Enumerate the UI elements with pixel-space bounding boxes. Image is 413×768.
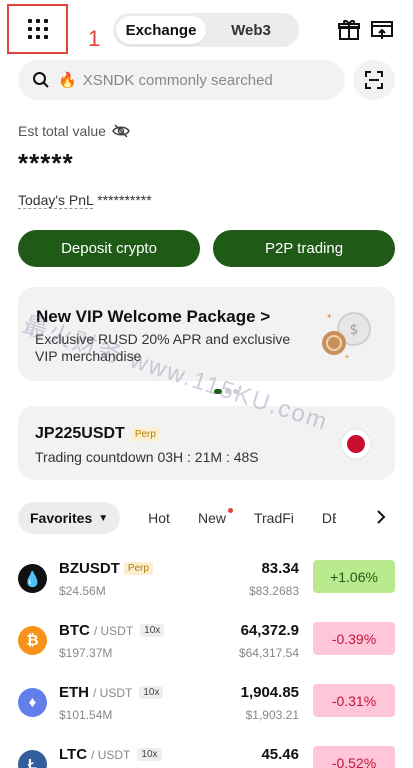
row-price: 83.34	[261, 560, 299, 577]
svg-text:✦: ✦	[326, 312, 333, 321]
row-symbol: BTC / USDT 10x	[59, 622, 165, 639]
pnl-label[interactable]: Today's PnL	[18, 192, 94, 209]
search-input[interactable]: 🔥 XSNDK commonly searched	[18, 60, 345, 100]
japan-flag-icon	[340, 428, 372, 460]
symbol-text: LTC	[59, 746, 88, 763]
tab-tradfi[interactable]: TradFi	[254, 510, 294, 526]
countdown-title: JP225USDT Perp	[35, 425, 160, 443]
scan-button[interactable]	[353, 60, 395, 100]
row-change-badge[interactable]: -0.31%	[313, 684, 395, 717]
search-placeholder: XSNDK commonly searched	[82, 71, 273, 89]
leverage-badge: 10x	[137, 748, 162, 761]
eye-hidden-icon[interactable]	[112, 124, 130, 138]
svg-text:✦: ✦	[344, 353, 350, 361]
quote-currency: / USDT	[93, 623, 134, 638]
p2p-button[interactable]: P2P trading	[213, 230, 395, 267]
tab-de[interactable]: DE	[322, 510, 336, 526]
row-symbol: BZUSDT Perp	[59, 560, 153, 577]
annotation-number: 1	[88, 26, 101, 51]
tab-favorites[interactable]: Favorites ▼	[18, 502, 121, 534]
brent-oil-icon: 💧	[18, 564, 47, 593]
litecoin-icon: Ł	[18, 750, 47, 768]
quote-currency: / USDT	[91, 747, 131, 762]
symbol-text: BTC	[59, 622, 90, 639]
countdown-text: Trading countdown 03H : 21M : 48S	[35, 449, 259, 465]
tab-hot[interactable]: Hot	[148, 510, 170, 526]
row-volume: $197.37M	[59, 646, 113, 660]
pnl-row: Today's PnL **********	[18, 192, 152, 209]
chevron-right-icon: >	[260, 307, 271, 326]
row-volume: $101.54M	[59, 708, 113, 722]
leverage-badge: 10x	[139, 686, 164, 699]
grid-menu-icon	[27, 19, 48, 39]
row-change-badge[interactable]: +1.06%	[313, 560, 395, 593]
quote-currency: / USDT	[93, 685, 133, 700]
scan-icon	[365, 71, 383, 89]
pnl-value: **********	[97, 192, 152, 208]
new-badge-dot	[227, 508, 233, 513]
market-row[interactable]: 💧 BZUSDT Perp $24.56M 83.34 $83.2683 +1.06%	[18, 554, 395, 610]
row-fiat-price: $83.2683	[248, 584, 299, 598]
row-symbol: LTC / USDT 10x	[59, 746, 162, 763]
countdown-card[interactable]	[18, 406, 395, 480]
market-tabs: Favorites ▼ Hot New TradFi DE	[18, 501, 413, 535]
tab-exchange[interactable]: Exchange	[116, 16, 206, 44]
gift-icon[interactable]	[336, 17, 362, 43]
est-total-text: Est total value	[18, 123, 106, 139]
row-symbol: ETH / USDT 10x	[59, 684, 164, 701]
row-fiat-price: $64,317.54	[238, 646, 299, 660]
symbol-text: BZUSDT	[59, 560, 120, 577]
tab-web3[interactable]: Web3	[206, 16, 296, 44]
search-icon	[33, 72, 49, 88]
market-row[interactable]: ₿ BTC / USDT 10x $197.37M 64,372.9 $64,317.54-…	[18, 616, 395, 672]
row-change-badge[interactable]: -0.52%	[313, 746, 395, 768]
market-row[interactable]: ŁLTC/ USDT10x$3.65M45.46$45.4200-0.52%	[18, 740, 395, 768]
row-change-badge[interactable]: -0.39%	[313, 622, 395, 655]
perp-badge: Perp	[130, 427, 160, 441]
chevron-right-icon[interactable]	[373, 509, 389, 525]
tab-new[interactable]: New	[198, 508, 233, 526]
deposit-button[interactable]: Deposit crypto	[18, 230, 200, 267]
row-price: 45.46	[261, 746, 299, 763]
caret-down-icon: ▼	[98, 512, 109, 524]
mode-switch[interactable]: Exchange Web3	[113, 13, 299, 47]
market-row[interactable]: ♦ ETH / USDT 10x $101.54M 1,904.85 $1,903.21 -0…	[18, 678, 395, 734]
perp-badge: Perp	[123, 562, 153, 575]
countdown-symbol: JP225USDT	[35, 425, 125, 442]
ethereum-icon: ♦	[18, 688, 47, 717]
leverage-badge: 10x	[140, 624, 165, 637]
row-volume: $24.56M	[59, 584, 106, 598]
est-total-label: Est total value	[18, 123, 130, 139]
row-fiat-price: $1,903.21	[245, 708, 299, 722]
fire-icon: 🔥	[58, 72, 77, 89]
symbol-text: ETH	[59, 684, 89, 701]
coins-icon: $ ✦ ✦	[322, 312, 371, 361]
row-price: 64,372.9	[240, 622, 299, 639]
row-price: 1,904.85	[240, 684, 299, 701]
screen-share-icon[interactable]	[369, 17, 395, 43]
bitcoin-icon: ₿	[18, 626, 47, 655]
svg-text:$: $	[350, 322, 359, 338]
balance-value: *****	[18, 148, 74, 178]
menu-button[interactable]	[7, 4, 68, 54]
